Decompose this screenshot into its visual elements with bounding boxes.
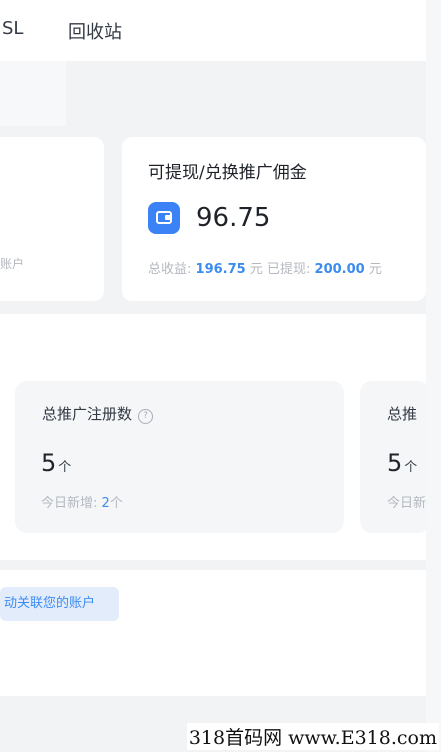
unit-yuan: 元 [368,262,382,277]
stat-card-registrations: 总推广注册数? 5个 今日新增: 2个 [15,381,344,533]
section-divider [0,560,426,570]
watermark: 318首码网 www.E318.com [186,723,439,750]
stat-title: 总推广注册数? [42,403,154,424]
unit-yuan: 元 [249,262,263,277]
total-income-value: 196.75 [195,262,246,277]
link-account-button[interactable]: 动关联您的账户 [0,587,119,621]
stat-today-label: 今日新 [387,496,427,511]
account-card: 账户 [0,137,104,301]
stat-title: 总推 [387,405,418,423]
withdrawn-value: 200.00 [314,262,365,277]
stat-value: 5个 [41,449,71,477]
commission-balance: 96.75 [196,203,271,233]
tab-recycle-bin[interactable]: 回收站 [68,18,122,44]
scrollbar-track[interactable] [426,0,441,752]
stat-today-value: 2 [101,496,110,511]
wallet-icon [148,202,180,234]
stat-today-label: 今日新增: [41,496,98,511]
filter-chip[interactable] [0,61,66,126]
account-caption: 账户 [0,257,25,271]
total-income-label: 总收益: [148,262,192,277]
commission-title: 可提现/兑换推广佣金 [148,163,307,183]
stat-today: 今日新增: 2个 [41,492,123,511]
stat-value: 5个 [387,449,430,477]
stat-card-second: 总推 5个 今日新 [360,381,430,533]
stat-today-unit: 个 [109,496,123,511]
stat-title-text: 总推广注册数 [42,405,133,423]
stat-number: 5 [41,449,57,477]
commission-card: 可提现/兑换推广佣金 96.75 总收益: 196.75 元 已提现: 200.… [122,137,426,301]
tab-ssl[interactable]: SL [2,18,23,39]
commission-stats: 总收益: 196.75 元 已提现: 200.00 元 [148,258,382,277]
stat-unit: 个 [404,460,418,475]
withdrawn-label: 已提现: [267,262,311,277]
help-icon[interactable]: ? [138,409,154,424]
stat-unit: 个 [58,460,72,475]
top-nav: SL 回收站 [0,0,426,61]
stat-number: 5 [387,449,403,477]
